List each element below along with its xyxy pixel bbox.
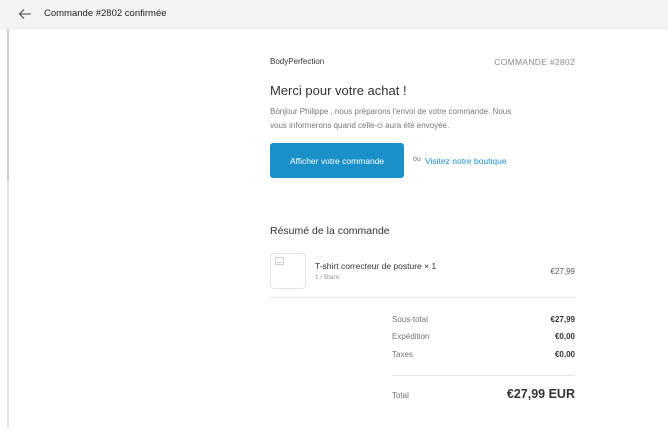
total-label: Total <box>392 391 409 400</box>
taxes-value: €0,00 <box>554 350 575 359</box>
page-title: Commande #2802 confirmée <box>44 8 167 19</box>
top-bar: Commande #2802 confirmée <box>0 0 668 29</box>
shop-name: BodyPerfection <box>270 57 325 66</box>
shipping-label: Expédition <box>392 332 430 341</box>
broken-image-icon <box>275 257 284 265</box>
order-summary-heading: Résumé de la commande <box>270 225 390 237</box>
taxes-label: Taxes <box>392 350 413 359</box>
subtotal-label: Sous-total <box>392 315 429 324</box>
view-order-button[interactable]: Afficher votre commande <box>270 143 404 178</box>
product-title: T-shirt correcteur de posture × 1 <box>315 261 437 271</box>
back-button[interactable] <box>16 5 34 23</box>
product-thumbnail <box>270 253 306 289</box>
subtotal-value: €27,99 <box>550 315 575 324</box>
thank-you-heading: Merci pour votre achat ! <box>270 83 407 98</box>
or-text: ou <box>413 156 421 163</box>
divider <box>270 297 575 298</box>
product-price: €27,99 <box>550 267 575 276</box>
left-scrollbar-thumb[interactable] <box>7 29 9 181</box>
arrow-left-icon <box>18 9 31 19</box>
visit-shop-link[interactable]: Visitez notre boutique <box>425 156 507 166</box>
intro-line-1: Bonjour Philippe , nous préparons l'envo… <box>270 107 512 116</box>
divider <box>392 375 575 376</box>
total-value: €27,99 EUR <box>506 387 575 401</box>
shipping-value: €0,00 <box>554 332 575 341</box>
intro-line-2: vous informerons quand celle-ci aura été… <box>270 120 450 130</box>
intro-message: Bonjour Philippe , nous préparons l'envo… <box>270 105 576 132</box>
product-variant: 1 / Blanc <box>315 274 341 281</box>
order-number: COMMANDE #2802 <box>494 57 575 67</box>
